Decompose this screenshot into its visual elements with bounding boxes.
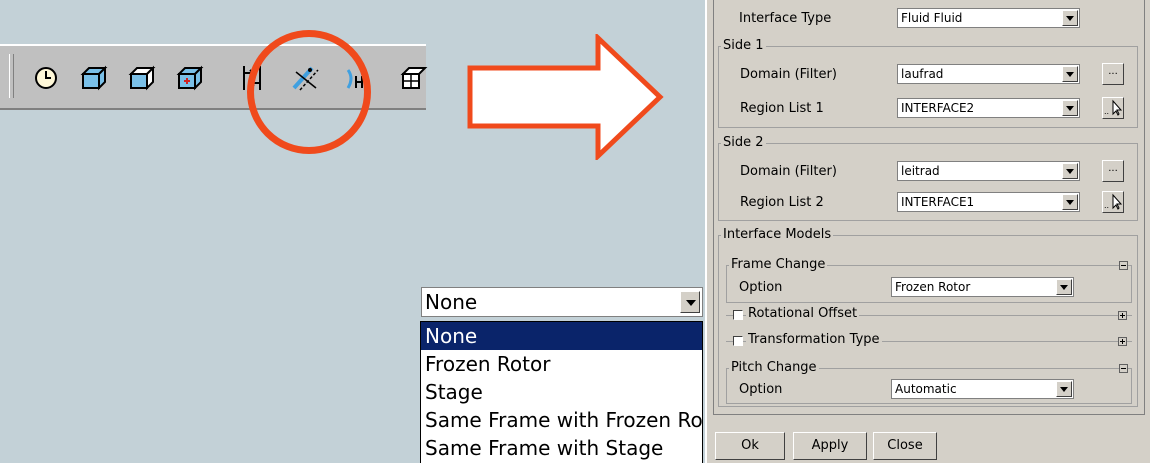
frame-change-title: Frame Change	[729, 257, 828, 272]
side2-region-picker-button[interactable]: ..	[1102, 191, 1124, 213]
transformation-type-label: Transformation Type	[746, 332, 882, 347]
side2-domain-select[interactable]: leitrad	[897, 161, 1080, 181]
chevron-down-icon[interactable]	[680, 291, 700, 313]
side2-region-select[interactable]: INTERFACE1	[897, 192, 1080, 212]
list-item-frozen-rotor[interactable]: Frozen Rotor	[421, 350, 702, 378]
box-icon[interactable]	[78, 62, 110, 94]
cursor-icon: ..	[1104, 99, 1123, 116]
pitch-change-option-label: Option	[739, 382, 783, 397]
pitch-change-option-value: Automatic	[895, 382, 957, 396]
side1-region-value: INTERFACE2	[901, 101, 975, 115]
interface-models-title: Interface Models	[721, 227, 834, 242]
side1-title: Side 1	[721, 38, 766, 53]
pitch-change-option-select[interactable]: Automatic	[891, 379, 1074, 399]
chevron-down-icon[interactable]	[1062, 100, 1078, 116]
cursor-icon: ..	[1104, 193, 1123, 210]
dropdown-list: None Frozen Rotor Stage Same Frame with …	[420, 321, 703, 463]
side1-domain-label: Domain (Filter)	[740, 67, 837, 82]
frame-change-group: Frame Change Option Frozen Rotor	[726, 257, 1132, 303]
side2-region-value: INTERFACE1	[901, 195, 975, 209]
side2-domain-label: Domain (Filter)	[740, 164, 837, 179]
side1-domain-select[interactable]: laufrad	[897, 64, 1080, 84]
list-item-stage[interactable]: Stage	[421, 378, 702, 406]
side1-region-select[interactable]: INTERFACE2	[897, 98, 1080, 118]
interface-type-value: Fluid Fluid	[901, 11, 963, 25]
interface-models-group: Interface Models Frame Change Option Fro…	[718, 227, 1138, 407]
list-item-same-frame-stage[interactable]: Same Frame with Stage	[421, 434, 702, 462]
side1-region-label: Region List 1	[740, 101, 824, 116]
pitch-change-title: Pitch Change	[729, 360, 819, 375]
side2-domain-browse-button[interactable]: ...	[1102, 160, 1124, 182]
frame-change-combo[interactable]: None	[421, 287, 703, 317]
panel-body: Interface Type Fluid Fluid Side 1 Domain…	[713, 0, 1145, 415]
frame-change-option-label: Option	[739, 280, 783, 295]
box-outline-icon[interactable]	[126, 62, 158, 94]
close-button[interactable]: Close	[873, 432, 937, 460]
apply-button[interactable]: Apply	[793, 432, 867, 460]
side1-group: Side 1 Domain (Filter) laufrad ... Regio…	[718, 38, 1138, 128]
pitch-change-group: Pitch Change Option Automatic	[726, 360, 1132, 404]
ok-button[interactable]: Ok	[715, 432, 785, 460]
chevron-down-icon[interactable]	[1062, 194, 1078, 210]
highlight-circle	[247, 30, 371, 154]
collapse-icon[interactable]	[1119, 261, 1128, 270]
chevron-down-icon[interactable]	[1062, 163, 1078, 179]
side1-region-picker-button[interactable]: ..	[1102, 97, 1124, 119]
chevron-down-icon[interactable]	[1062, 66, 1078, 82]
chevron-down-icon[interactable]	[1056, 381, 1072, 397]
expand-icon[interactable]	[1118, 337, 1127, 346]
interface-panel: Interface Type Fluid Fluid Side 1 Domain…	[705, 0, 1150, 463]
combo-value: None	[425, 290, 478, 314]
right-arrow-icon	[467, 34, 664, 160]
rotational-offset-label: Rotational Offset	[746, 306, 860, 321]
frame-change-option-select[interactable]: Frozen Rotor	[891, 277, 1074, 297]
clock-icon[interactable]	[30, 62, 62, 94]
list-item-none[interactable]: None	[421, 322, 702, 350]
interface-type-select[interactable]: Fluid Fluid	[897, 8, 1080, 28]
box-plus-icon[interactable]	[174, 62, 206, 94]
expand-icon[interactable]	[1118, 311, 1127, 320]
svg-text:..: ..	[1104, 107, 1109, 116]
side2-region-label: Region List 2	[740, 195, 824, 210]
chevron-down-icon[interactable]	[1062, 10, 1078, 26]
side1-domain-browse-button[interactable]: ...	[1102, 63, 1124, 85]
side1-domain-value: laufrad	[901, 67, 944, 81]
chevron-down-icon[interactable]	[1056, 279, 1072, 295]
list-item-same-frame-frozen-rotor[interactable]: Same Frame with Frozen Rotor	[421, 406, 702, 434]
transformation-type-checkbox[interactable]	[733, 336, 743, 346]
svg-text:..: ..	[1104, 201, 1109, 210]
frame-change-option-value: Frozen Rotor	[895, 280, 971, 294]
interface-type-label: Interface Type	[739, 11, 832, 26]
side2-title: Side 2	[721, 135, 766, 150]
rotational-offset-checkbox[interactable]	[733, 310, 743, 320]
toolbar-grip[interactable]	[9, 54, 14, 98]
side2-group: Side 2 Domain (Filter) leitrad ... Regio…	[718, 135, 1138, 221]
side2-domain-value: leitrad	[901, 164, 940, 178]
grid-box-icon[interactable]	[398, 62, 430, 94]
collapse-icon[interactable]	[1119, 364, 1128, 373]
